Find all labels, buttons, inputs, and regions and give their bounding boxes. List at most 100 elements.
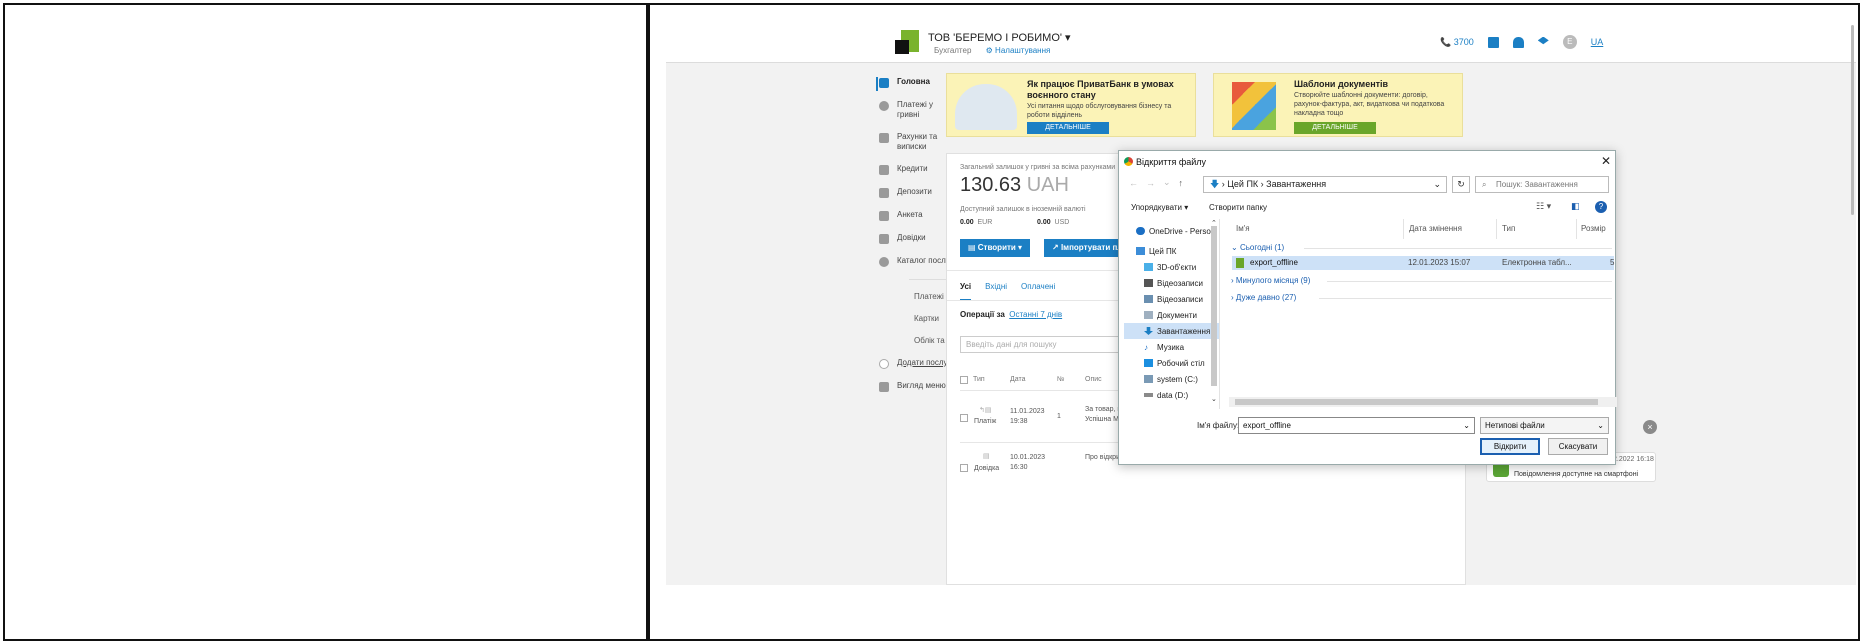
tree-drive-c[interactable]: system (C:) (1124, 371, 1219, 387)
group-today[interactable]: ⌄ Сьогодні (1) (1231, 243, 1284, 252)
music-note-icon: ♪ (1144, 342, 1148, 352)
tree-downloads[interactable]: Завантаження (1124, 323, 1219, 339)
tree-desktop[interactable]: Робочий стіл (1124, 355, 1219, 371)
toast-close-button[interactable]: × (1643, 420, 1657, 434)
film-icon (1144, 279, 1153, 287)
tree-drive-d[interactable]: data (D:) (1124, 387, 1219, 403)
document-icon (879, 133, 889, 143)
tree-this-pc[interactable]: Цей ПК (1124, 243, 1219, 259)
promo-card-text: Створюйте шаблонні документи: договір, р… (1294, 92, 1445, 117)
row-checkbox[interactable] (960, 464, 968, 472)
company-selector[interactable]: ТОВ 'БЕРЕМО І РОБИМО' ▾ (928, 31, 1071, 44)
settings-link[interactable]: ⚙ Налаштування (986, 46, 1051, 55)
view-options-icon[interactable]: ☷ ▾ (1536, 201, 1551, 212)
chevron-down-icon[interactable]: ⌄ (1211, 395, 1217, 403)
horizontal-scrollbar[interactable] (1229, 397, 1617, 407)
tree-scrollbar[interactable] (1211, 226, 1217, 386)
filename-input[interactable]: export_offline ⌄ (1238, 417, 1475, 434)
user-subline: Бухгалтер ⚙ Налаштування (934, 46, 1050, 55)
address-bar[interactable]: 🡇 › Цей ПК › Завантаження ⌄ (1203, 176, 1447, 193)
help-icon[interactable]: ? (1595, 201, 1607, 213)
group-last-month[interactable]: › Минулого місяця (9) (1231, 276, 1310, 285)
bell-icon[interactable] (1512, 36, 1524, 48)
cancel-button[interactable]: Скасувати (1548, 438, 1608, 455)
col-name[interactable]: Ім'я (1236, 224, 1250, 233)
group-long-ago[interactable]: › Дуже давно (27) (1231, 293, 1296, 302)
select-all-checkbox[interactable] (960, 376, 968, 384)
chevron-down-icon[interactable]: ⌄ (1433, 177, 1441, 192)
new-folder-button[interactable]: Створити папку (1209, 203, 1267, 212)
row-type: Платіж (974, 418, 997, 425)
tab-paid[interactable]: Оплачені (1021, 282, 1055, 301)
row-checkbox[interactable] (960, 414, 968, 422)
home-icon (879, 78, 889, 88)
row-type: Довідка (974, 465, 1000, 472)
left-blank-pane (3, 3, 648, 641)
dialog-search-input[interactable]: Пошук: Завантаження ⌕ (1475, 176, 1609, 193)
forward-arrow-icon[interactable]: → (1146, 178, 1155, 188)
tree-onedrive[interactable]: OneDrive - Person (1124, 223, 1219, 239)
screen: ТОВ 'БЕРЕМО І РОБИМО' ▾ Бухгалтер ⚙ Нала… (0, 0, 1863, 644)
chrome-icon (1124, 157, 1133, 166)
privatbank-logo-icon (895, 30, 919, 54)
file-date: 12.01.2023 15:07 (1408, 258, 1471, 267)
tree-videos-2[interactable]: Відеозаписи (1124, 291, 1219, 307)
col-date: Дата (1010, 376, 1026, 383)
up-arrow-icon[interactable]: ↑ (1179, 178, 1184, 188)
chevron-up-icon[interactable]: ⌃ (1211, 219, 1217, 227)
scrollbar-thumb[interactable] (1235, 399, 1598, 405)
download-arrow-icon (1144, 327, 1153, 335)
row-number: 1 (1057, 413, 1061, 420)
refresh-button[interactable]: ↻ (1452, 176, 1470, 193)
group-divider (1304, 248, 1612, 249)
preview-pane-icon[interactable]: ◧ (1571, 201, 1580, 212)
promo-details-button[interactable]: ДЕТАЛЬНІШЕ (1294, 122, 1376, 134)
open-button[interactable]: Відкрити (1480, 438, 1540, 455)
file-name: export_offline (1250, 258, 1298, 267)
promo-card-wartime[interactable]: Як працює ПриватБанк в умовах воєнного с… (946, 73, 1196, 137)
bank-app: ТОВ 'БЕРЕМО І РОБИМО' ▾ Бухгалтер ⚙ Нала… (666, 5, 1856, 585)
cube-icon (1144, 263, 1153, 271)
period-selector[interactable]: Операції за Останні 7 днів (960, 310, 1062, 319)
graduation-cap-icon[interactable] (1537, 36, 1549, 45)
col-modified[interactable]: Дата змінення (1409, 224, 1462, 233)
filetype-select[interactable]: Нетипові файли ⌄ (1480, 417, 1609, 434)
row-date: 11.01.2023 (1010, 408, 1045, 415)
promo-card-templates[interactable]: Шаблони документів Створюйте шаблонні до… (1213, 73, 1463, 137)
tab-incoming[interactable]: Вхідні (985, 282, 1007, 301)
tab-all[interactable]: Усі (960, 282, 972, 301)
templates-illustration-icon (1232, 82, 1276, 130)
tree-documents[interactable]: Документи (1124, 307, 1219, 323)
chevron-down-icon[interactable]: ⌄ (1597, 418, 1604, 433)
tree-videos[interactable]: Відеозаписи (1124, 275, 1219, 291)
page-scrollbar[interactable] (1851, 25, 1854, 215)
dialog-close-button[interactable]: ✕ (1601, 154, 1611, 168)
avatar[interactable]: Е (1562, 35, 1577, 49)
tree-music[interactable]: ♪ Музика (1124, 339, 1219, 355)
tree-3d-objects[interactable]: 3D-об'єкти (1124, 259, 1219, 275)
row-time: 16:30 (1010, 464, 1028, 471)
document-icon (1144, 311, 1153, 319)
col-size[interactable]: Розмір (1581, 224, 1606, 233)
col-description: Опис (1085, 376, 1102, 383)
file-size: 5 (1610, 258, 1615, 267)
col-type[interactable]: Тип (1502, 224, 1515, 233)
filename-label: Ім'я файлу: (1197, 421, 1240, 430)
nav-buttons: ← → ⌄ ↑ (1129, 177, 1183, 188)
create-button[interactable]: ▤ Створити ▾ (960, 239, 1031, 257)
promo-details-button[interactable]: ДЕТАЛЬНІШЕ (1027, 122, 1109, 134)
back-arrow-icon[interactable]: ← (1129, 178, 1138, 188)
chevron-down-icon[interactable]: ⌄ (1163, 177, 1171, 188)
chevron-down-icon[interactable]: ⌄ (1463, 418, 1470, 433)
language-link[interactable]: UA (1591, 37, 1604, 47)
payment-type-icon: ↰▤ (979, 407, 992, 414)
file-row-export-offline[interactable]: export_offline 12.01.2023 15:07 Електрон… (1232, 256, 1614, 270)
column-separator (1496, 219, 1497, 239)
form-icon (879, 211, 889, 221)
file-type: Електронна табл... (1502, 258, 1572, 267)
menu-view-icon (879, 382, 889, 392)
organize-menu[interactable]: Упорядкувати ▾ (1131, 203, 1188, 212)
chat-icon[interactable] (1487, 36, 1499, 48)
top-bar-actions: 📞 3700 Е UA (1440, 35, 1603, 49)
phone-link[interactable]: 📞 3700 (1440, 37, 1474, 48)
